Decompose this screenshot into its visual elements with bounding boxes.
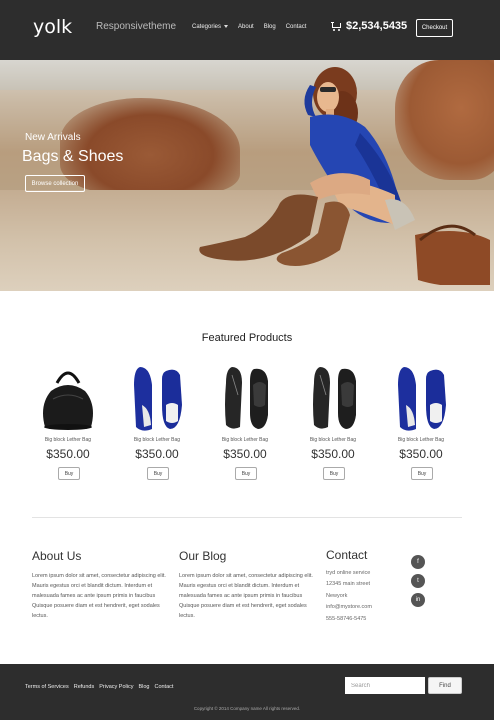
contact-phone: 555-58746-5475 <box>326 616 367 622</box>
chevron-down-icon <box>224 24 229 28</box>
product-name[interactable]: Big block Lether Bag <box>376 437 466 443</box>
buy-button[interactable]: Buy <box>235 467 257 480</box>
contact-email[interactable]: info@mystore.com <box>326 604 372 610</box>
footer-link-terms[interactable]: Terms of Services <box>25 684 69 690</box>
product-name[interactable]: Big block Lether Bag <box>200 437 290 443</box>
browse-collection-button[interactable]: Browse collection <box>25 175 85 192</box>
hero-banner: New Arrivals Bags & Shoes Browse collect… <box>0 60 494 291</box>
checkout-button[interactable]: Checkout <box>416 19 453 37</box>
nav-categories[interactable]: Categories <box>192 24 229 30</box>
product-name[interactable]: Big block Lether Bag <box>23 437 113 443</box>
contact-title: Contact <box>326 548 368 562</box>
section-divider <box>32 517 462 518</box>
cart-summary[interactable]: $2,534,5435 <box>331 20 407 32</box>
footer-search-input[interactable] <box>345 677 425 694</box>
footer-link-contact[interactable]: Contact <box>154 684 173 690</box>
product-image-shoes[interactable] <box>298 365 368 433</box>
product-card[interactable]: Big block Lether Bag $350.00 Buy <box>288 365 378 485</box>
product-name[interactable]: Big block Lether Bag <box>288 437 378 443</box>
blog-title: Our Blog <box>179 549 227 563</box>
product-price: $350.00 <box>399 447 443 461</box>
footer-link-blog[interactable]: Blog <box>138 684 149 690</box>
twitter-icon[interactable]: t <box>411 574 425 588</box>
nav-blog[interactable]: Blog <box>264 24 276 30</box>
footer-nav: Terms of Services Refunds Privacy Policy… <box>25 684 173 690</box>
product-image-bag[interactable] <box>33 365 103 433</box>
about-text: Lorem ipsum dolor sit amet, consectetur … <box>32 573 166 619</box>
hero-title: Bags & Shoes <box>22 148 124 165</box>
product-name[interactable]: Big block Lether Bag <box>112 437 202 443</box>
footer-link-privacy[interactable]: Privacy Policy <box>99 684 133 690</box>
contact-city: Newyork <box>326 593 348 599</box>
facebook-icon[interactable]: f <box>411 555 425 569</box>
footer-link-refunds[interactable]: Refunds <box>74 684 95 690</box>
site-footer: Terms of Services Refunds Privacy Policy… <box>0 664 494 720</box>
buy-button[interactable]: Buy <box>323 467 345 480</box>
hero-subtitle: New Arrivals <box>25 132 81 143</box>
product-price: $350.00 <box>46 447 90 461</box>
product-card[interactable]: Big block Lether Bag $350.00 Buy <box>112 365 202 485</box>
nav-about[interactable]: About <box>238 24 254 30</box>
blog-text: Lorem ipsum dolor sit amet, consectetur … <box>179 573 313 619</box>
featured-products-title: Featured Products <box>201 332 293 344</box>
buy-button[interactable]: Buy <box>58 467 80 480</box>
hero-model-image <box>199 67 490 285</box>
product-price: $350.00 <box>135 447 179 461</box>
site-header: yolk Responsivetheme Categories About Bl… <box>0 0 500 60</box>
nav-categories-label: Categories <box>192 24 222 30</box>
contact-service: tryd online service <box>326 570 371 576</box>
buy-button[interactable]: Buy <box>411 467 433 480</box>
nav-contact[interactable]: Contact <box>286 24 307 30</box>
cart-total: $2,534,5435 <box>346 20 408 32</box>
product-price: $350.00 <box>311 447 355 461</box>
find-button[interactable]: Find <box>428 677 462 694</box>
buy-button[interactable]: Buy <box>147 467 169 480</box>
product-card[interactable]: Big block Lether Bag $350.00 Buy <box>376 365 466 485</box>
linkedin-icon[interactable]: in <box>411 593 425 607</box>
product-grid: Big block Lether Bag $350.00 Buy Big blo… <box>23 365 471 485</box>
contact-street: 12345 main street <box>326 581 371 587</box>
product-image-shoes[interactable] <box>122 365 192 433</box>
product-price: $350.00 <box>223 447 267 461</box>
cart-icon <box>331 21 342 31</box>
main-nav: Categories About Blog Contact <box>192 24 306 30</box>
site-tagline: Responsivetheme <box>96 21 177 32</box>
product-card[interactable]: Big block Lether Bag $350.00 Buy <box>23 365 113 485</box>
product-card[interactable]: Big block Lether Bag $350.00 Buy <box>200 365 290 485</box>
product-image-shoes[interactable] <box>210 365 280 433</box>
site-logo[interactable]: yolk <box>33 16 72 38</box>
copyright-text: Copyright © 2014 Company name All rights… <box>193 706 301 711</box>
about-title: About Us <box>32 549 82 563</box>
product-image-shoes[interactable] <box>386 365 456 433</box>
